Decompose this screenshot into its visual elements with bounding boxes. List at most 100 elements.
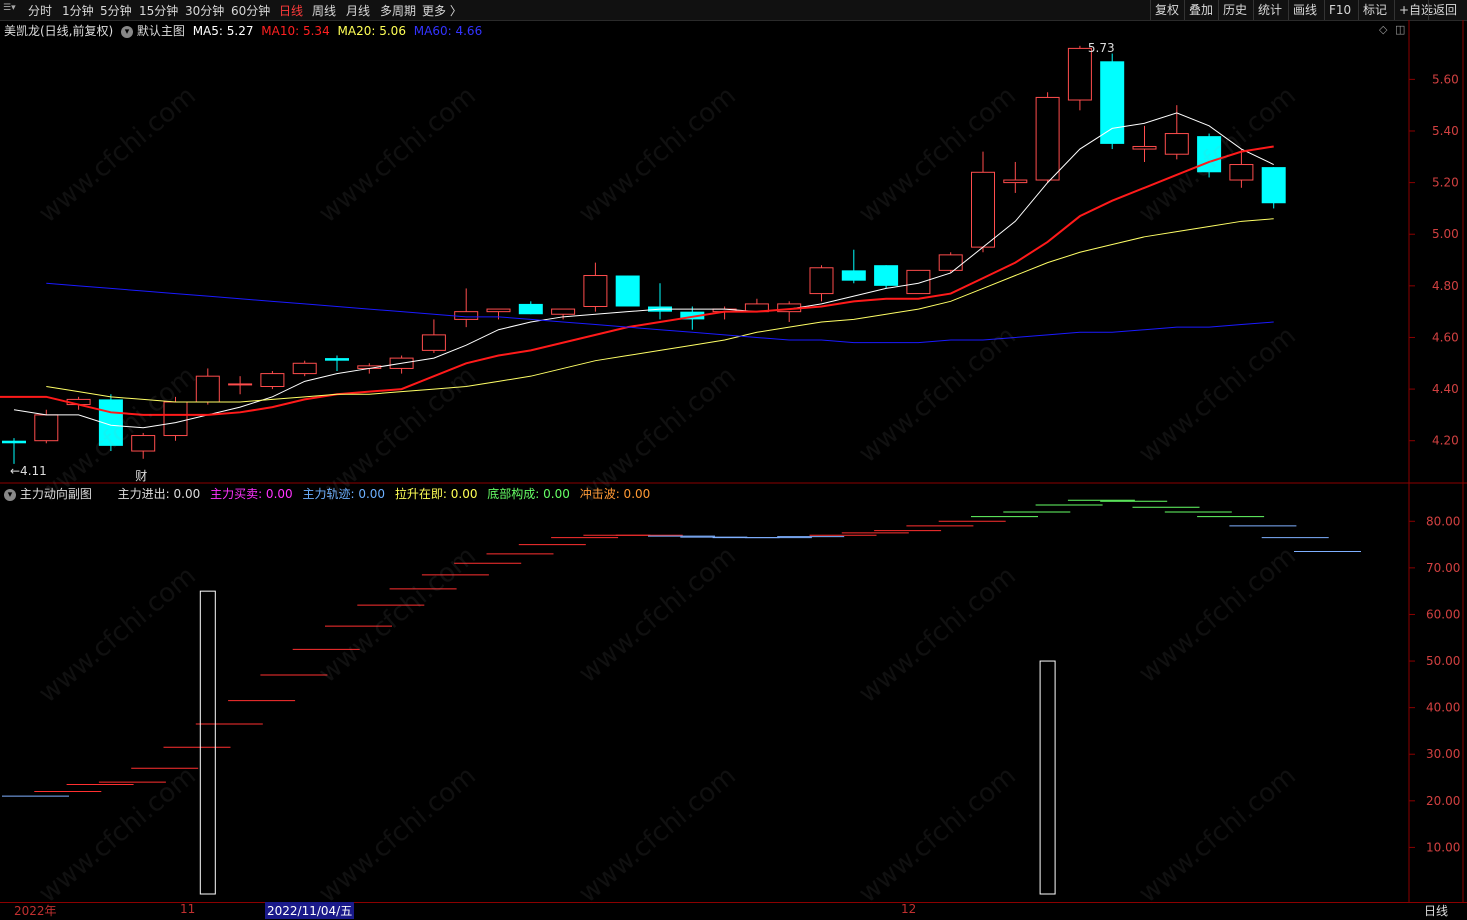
candle-body-up — [1229, 164, 1254, 181]
candle-body-up — [454, 311, 479, 320]
candle-body-up — [1164, 133, 1189, 155]
month-label-dec: 12 — [901, 902, 917, 916]
candle-body-up — [938, 254, 963, 271]
period-tab-10[interactable]: 更多 〉 — [422, 2, 462, 19]
sub-chart-name[interactable]: 主力动向副图 — [20, 487, 92, 501]
sub-y-tick-label: 80.00 — [1426, 514, 1460, 528]
candle-body-down — [874, 265, 899, 286]
high-price-label: 5.73 — [1088, 41, 1115, 55]
candle-body-down — [1197, 136, 1222, 173]
pullup-label: 拉升在即: 0.00 — [394, 487, 478, 501]
financial-event-marker: 财 — [135, 469, 147, 483]
period-tab-8[interactable]: 月线 — [346, 2, 370, 19]
candle-body-up — [292, 362, 317, 375]
candle-body-down — [1100, 61, 1125, 144]
candle-body-up — [228, 383, 253, 386]
y-tick-label: 4.80 — [1432, 279, 1459, 293]
period-tab-4[interactable]: 30分钟 — [185, 2, 224, 19]
candle-body-up — [486, 308, 511, 313]
chart-name[interactable]: 默认主图 — [137, 24, 185, 38]
candle-body-up — [1132, 145, 1157, 150]
ma20-label: MA20: 5.06 — [337, 24, 406, 38]
y-tick-label: 4.40 — [1432, 382, 1459, 396]
main-inout-label: 主力进出: 0.00 — [117, 487, 201, 501]
period-tab-6[interactable]: 日线 — [279, 2, 303, 19]
candle-body-up — [1035, 96, 1060, 181]
candle-body-up — [421, 334, 446, 351]
impact-wave-label: 冲击波: 0.00 — [579, 487, 651, 501]
settings-circle-icon[interactable]: ▾ — [121, 25, 134, 38]
sub-y-tick-label: 40.00 — [1426, 701, 1460, 715]
diamond-icon[interactable]: ◇ — [1379, 23, 1387, 36]
candle-body-down — [615, 275, 640, 307]
y-tick-label: 5.60 — [1432, 72, 1459, 86]
candle-body-down — [518, 303, 543, 315]
date-axis — [0, 902, 1467, 920]
period-indicator[interactable]: 日线 — [1424, 902, 1448, 919]
candle-body-up — [971, 171, 995, 248]
ma60-label: MA60: 4.66 — [413, 24, 483, 38]
candle-body-up — [260, 373, 285, 388]
candlestick-chart[interactable]: 5.60 5.40 5.20 5.00 4.80 4.60 4.40 4.20 5.73 ←4.1… — [0, 20, 1467, 484]
sub-y-tick-label: 50.00 — [1426, 654, 1460, 668]
tool-button-0[interactable]: 复权 — [1150, 0, 1183, 20]
y-tick-label: 5.00 — [1432, 227, 1459, 241]
candle-body-down — [841, 270, 866, 281]
candle-body-down — [325, 358, 349, 361]
candle-body-up — [195, 375, 220, 403]
low-price-label: ←4.11 — [10, 464, 47, 478]
sub-y-tick-label: 20.00 — [1426, 794, 1460, 808]
tool-button-1[interactable]: 叠加 — [1184, 0, 1217, 20]
settings-circle-icon[interactable]: ▾ — [4, 488, 16, 501]
sub-y-tick-label: 10.00 — [1426, 840, 1460, 854]
period-tab-3[interactable]: 15分钟 — [139, 2, 178, 19]
signal-bar — [1039, 660, 1056, 895]
tool-button-6[interactable]: 标记 — [1358, 0, 1391, 20]
main-force-subchart[interactable]: 80.00 70.00 60.00 50.00 40.00 30.00 20.00 10.00 — [0, 484, 1467, 902]
y-tick-label: 4.60 — [1432, 330, 1459, 344]
stock-name: 美凯龙(日线,前复权) — [4, 24, 114, 38]
candle-body-down — [1261, 167, 1286, 204]
sub-y-tick-label: 60.00 — [1426, 607, 1460, 621]
main-legend: 美凯龙(日线,前复权) ▾ 默认主图 MA5: 5.27 MA10: 5.34 … — [4, 22, 482, 39]
candle-body-up — [583, 275, 608, 307]
candle-body-up — [551, 308, 576, 315]
tool-button-4[interactable]: 画线 — [1288, 0, 1321, 20]
tool-button-2[interactable]: 历史 — [1218, 0, 1251, 20]
period-tab-1[interactable]: 1分钟 — [62, 2, 94, 19]
signal-bar — [199, 590, 216, 895]
tool-button-3[interactable]: 统计 — [1253, 0, 1286, 20]
window-icon[interactable]: ◫ — [1395, 23, 1405, 36]
y-tick-label: 5.40 — [1432, 124, 1459, 138]
bottom-form-label: 底部构成: 0.00 — [487, 487, 570, 501]
period-tab-2[interactable]: 5分钟 — [100, 2, 132, 19]
candle-body-up — [163, 401, 188, 437]
sub-y-tick-label: 70.00 — [1426, 561, 1460, 575]
candle-body-up — [1003, 179, 1028, 184]
sub-y-tick-label: 30.00 — [1426, 747, 1460, 761]
month-label-nov: 11 — [180, 902, 196, 916]
tool-button-8[interactable]: 返回 — [1428, 0, 1461, 20]
period-tab-7[interactable]: 周线 — [312, 2, 336, 19]
menu-icon[interactable]: ☰▾ — [3, 3, 16, 13]
candle-body-up — [131, 435, 156, 452]
period-tab-0[interactable]: 分时 — [28, 2, 52, 19]
candle-body-up — [906, 269, 931, 295]
ma5-label: MA5: 5.27 — [192, 24, 254, 38]
candle-body-up — [34, 414, 59, 442]
candle-body-down — [2, 440, 26, 444]
period-toolbar: ☰▾ 分时 1分钟 5分钟 15分钟 30分钟 60分钟 日线 周线 月线 多周期 更多 〉 复权叠… — [0, 0, 1467, 21]
year-label: 2022年 — [14, 904, 57, 918]
tool-button-5[interactable]: F10 — [1324, 0, 1355, 20]
y-tick-label: 4.20 — [1432, 434, 1459, 448]
sub-legend: ▾ 主力动向副图 主力进出: 0.00 主力买卖: 0.00 主力轨迹: 0.0… — [4, 485, 650, 502]
main-buysell-label: 主力买卖: 0.00 — [210, 487, 293, 501]
ma10-label: MA10: 5.34 — [261, 24, 330, 38]
y-tick-label: 5.20 — [1432, 176, 1459, 190]
period-tab-5[interactable]: 60分钟 — [231, 2, 270, 19]
candle-body-up — [1067, 47, 1092, 101]
main-track-label: 主力轨迹: 0.00 — [302, 487, 386, 501]
period-tab-9[interactable]: 多周期 — [380, 2, 416, 19]
candle-body-up — [809, 267, 834, 295]
cursor-date: 2022/11/04/五 — [265, 902, 355, 919]
